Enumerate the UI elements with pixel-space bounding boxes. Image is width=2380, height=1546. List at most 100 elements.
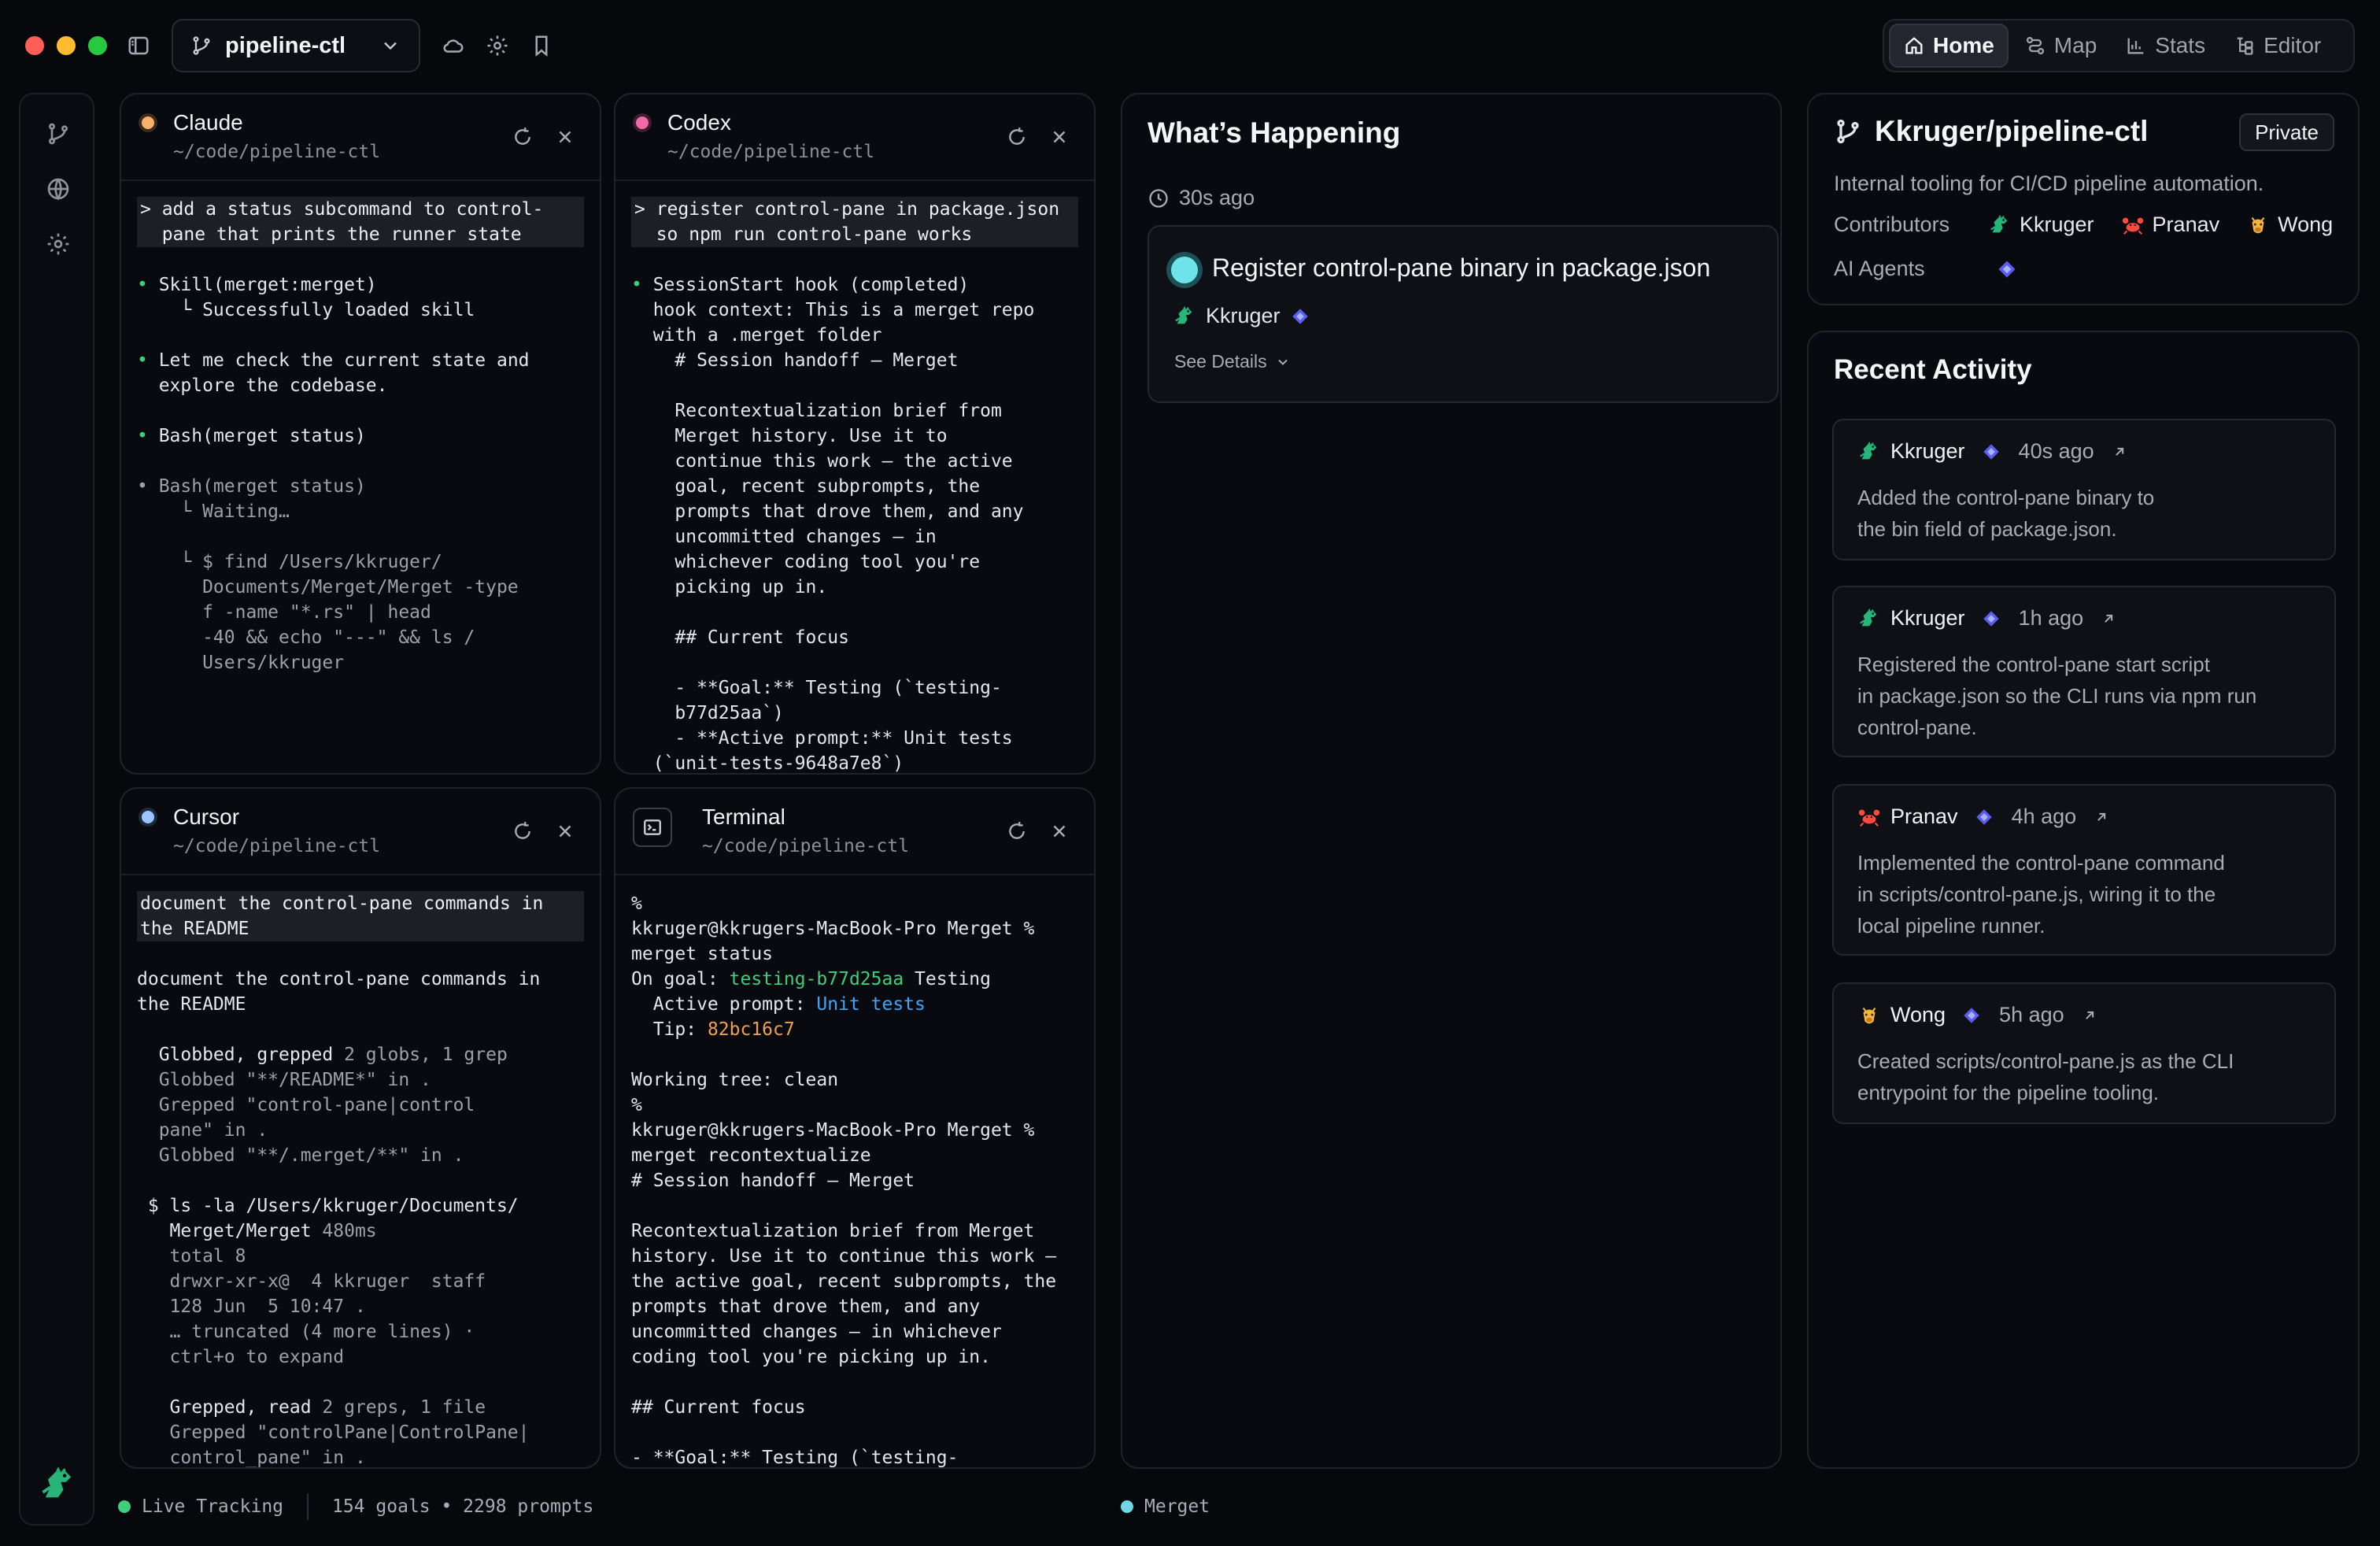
left-rail xyxy=(19,93,94,1526)
transcript-line: Tip: 82bc16c7 xyxy=(631,1017,1078,1042)
close-icon[interactable] xyxy=(1047,819,1072,844)
text-segment: Merget/Merget xyxy=(137,1221,323,1241)
ai-agents-label: AI Agents xyxy=(1834,257,1925,280)
refresh-icon[interactable] xyxy=(510,819,535,844)
dino-avatar-icon xyxy=(1173,305,1196,328)
transcript-line: Grepped "controlPane|ControlPane| xyxy=(137,1422,530,1443)
activity-item[interactable]: Kkruger 40s ago Added the control-pane b… xyxy=(1832,419,2336,560)
transcript-line: history. Use it to continue this work — xyxy=(631,1246,1057,1267)
ai-agent-icon xyxy=(1974,807,1994,827)
terminal-panel: Terminal ~/code/pipeline-ctl % kkruger@kk… xyxy=(614,787,1096,1469)
transcript-line: # Session handoff — Merget xyxy=(631,350,959,371)
activity-item-header: Pranav 4h ago xyxy=(1857,804,2109,829)
globe-icon[interactable] xyxy=(42,173,74,205)
status-bar: Live Tracking 154 goals • 2298 prompts xyxy=(118,1491,593,1522)
happening-card-title: Register control-pane binary in package.… xyxy=(1212,253,1711,282)
contributor[interactable]: Pranav xyxy=(2121,213,2219,237)
tab-editor[interactable]: Editor xyxy=(2221,24,2334,68)
sidebar-toggle-icon[interactable] xyxy=(124,31,153,60)
meta-text: 480ms xyxy=(322,1221,377,1241)
panel-path: ~/code/pipeline-ctl xyxy=(702,836,910,856)
transcript-line xyxy=(137,247,584,272)
external-link-icon[interactable] xyxy=(2082,1008,2097,1023)
external-link-icon[interactable] xyxy=(2101,611,2116,627)
text-segment: Testing xyxy=(904,969,991,989)
activity-text: Created scripts/control-pane.js as the C… xyxy=(1857,1049,2234,1104)
goals-prompts-count: 154 goals • 2298 prompts xyxy=(332,1496,594,1517)
transcript-line: … truncated (4 more lines) · xyxy=(137,1322,475,1342)
happening-card[interactable]: Register control-pane binary in package.… xyxy=(1148,225,1779,403)
activity-item[interactable]: Wong 5h ago Created scripts/control-pane… xyxy=(1832,982,2336,1124)
transcript-line: Working tree: clean xyxy=(631,1070,839,1090)
bullet-marker: • xyxy=(137,426,159,446)
refresh-icon[interactable] xyxy=(510,124,535,150)
transcript-line: 128 Jun 5 10:47 . xyxy=(137,1296,366,1317)
maximize-window-button[interactable] xyxy=(88,36,107,55)
git-branch-icon[interactable] xyxy=(42,118,74,150)
transcript-line: Users/kkruger xyxy=(137,653,345,673)
live-status-dot xyxy=(118,1500,131,1513)
giraffe-avatar-icon xyxy=(1857,1004,1881,1027)
bookmark-icon[interactable] xyxy=(527,31,556,60)
transcript-line: On goal: testing-b77d25aa Testing xyxy=(631,967,1078,992)
activity-item[interactable]: Kkruger 1h ago Registered the control-pa… xyxy=(1832,586,2336,757)
ai-agent-icon[interactable] xyxy=(1996,258,2018,280)
agent-status-dot xyxy=(139,113,157,132)
user-avatar-icon[interactable] xyxy=(38,1464,79,1505)
refresh-icon[interactable] xyxy=(1004,124,1029,150)
transcript-line xyxy=(137,323,584,348)
transcript-line xyxy=(137,449,584,474)
close-icon[interactable] xyxy=(552,819,578,844)
tab-home[interactable]: Home xyxy=(1889,24,2009,68)
tool-call: Skill(merget:merget) xyxy=(158,275,377,295)
external-link-icon[interactable] xyxy=(2112,444,2127,460)
transcript-line xyxy=(137,1370,584,1395)
transcript-line: └ Successfully loaded skill xyxy=(137,300,475,320)
activity-item[interactable]: Pranav 4h ago Implemented the control-pa… xyxy=(1832,784,2336,956)
gear-icon[interactable] xyxy=(483,31,512,60)
transcript-line: $ ls -la /Users/kkruger/Documents/ xyxy=(137,1196,519,1216)
close-icon[interactable] xyxy=(1047,124,1072,150)
repo-selector[interactable]: pipeline-ctl xyxy=(172,19,420,72)
cloud-icon[interactable] xyxy=(439,31,468,60)
tab-map[interactable]: Map xyxy=(2012,24,2109,68)
recent-activity-panel: Recent Activity Kkruger 40s ago Added th… xyxy=(1807,331,2360,1469)
transcript-line: - **Goal:** Testing (`testing- xyxy=(631,1448,959,1467)
see-details-button[interactable]: See Details xyxy=(1174,351,1291,372)
activity-author: Wong xyxy=(1890,1003,1946,1026)
contributor[interactable]: Kkruger xyxy=(1988,213,2094,237)
activity-time: 1h ago xyxy=(2018,606,2084,630)
bullet-marker: • xyxy=(137,350,159,371)
external-link-icon[interactable] xyxy=(2094,809,2109,825)
transcript-line: uncommitted changes — in whichever xyxy=(631,1322,1002,1342)
close-icon[interactable] xyxy=(552,124,578,150)
tab-stats[interactable]: Stats xyxy=(2112,24,2218,68)
repo-name: Kkruger/pipeline-ctl xyxy=(1875,115,2149,147)
transcript-line: ## Current focus xyxy=(631,627,849,648)
git-branch-icon xyxy=(193,36,210,55)
merget-status: Merget xyxy=(1121,1491,1210,1522)
transcript-line: -40 && echo "---" && ls / xyxy=(137,627,475,648)
merget-label: Merget xyxy=(1144,1496,1210,1517)
activity-time: 4h ago xyxy=(2011,804,2077,828)
minimize-window-button[interactable] xyxy=(57,36,76,55)
transcript-line: • Bash(merget status) xyxy=(137,423,584,449)
transcript-line xyxy=(631,1370,1078,1395)
gear-icon[interactable] xyxy=(42,228,74,260)
contributors-label: Contributors xyxy=(1834,213,1950,236)
cursor-panel: Cursor ~/code/pipeline-ctl document the … xyxy=(120,787,601,1469)
transcript-line: the README xyxy=(137,994,246,1015)
tab-home-label: Home xyxy=(1933,33,1994,57)
repo-heading: Kkruger/pipeline-ctl xyxy=(1834,115,2148,148)
bar-chart-icon xyxy=(2127,38,2144,54)
codex-panel-header: Codex ~/code/pipeline-ctl xyxy=(615,94,1094,181)
close-window-button[interactable] xyxy=(25,36,44,55)
activity-item-header: Wong 5h ago xyxy=(1857,1003,2097,1027)
last-updated-text: 30s ago xyxy=(1179,186,1255,209)
see-details-label: See Details xyxy=(1174,351,1267,372)
refresh-icon[interactable] xyxy=(1004,819,1029,844)
ai-agent-icon xyxy=(1981,442,2001,462)
transcript-line: ctrl+o to expand xyxy=(137,1347,345,1367)
contributor[interactable]: Wong xyxy=(2246,213,2333,237)
transcript-line xyxy=(631,1193,1078,1219)
